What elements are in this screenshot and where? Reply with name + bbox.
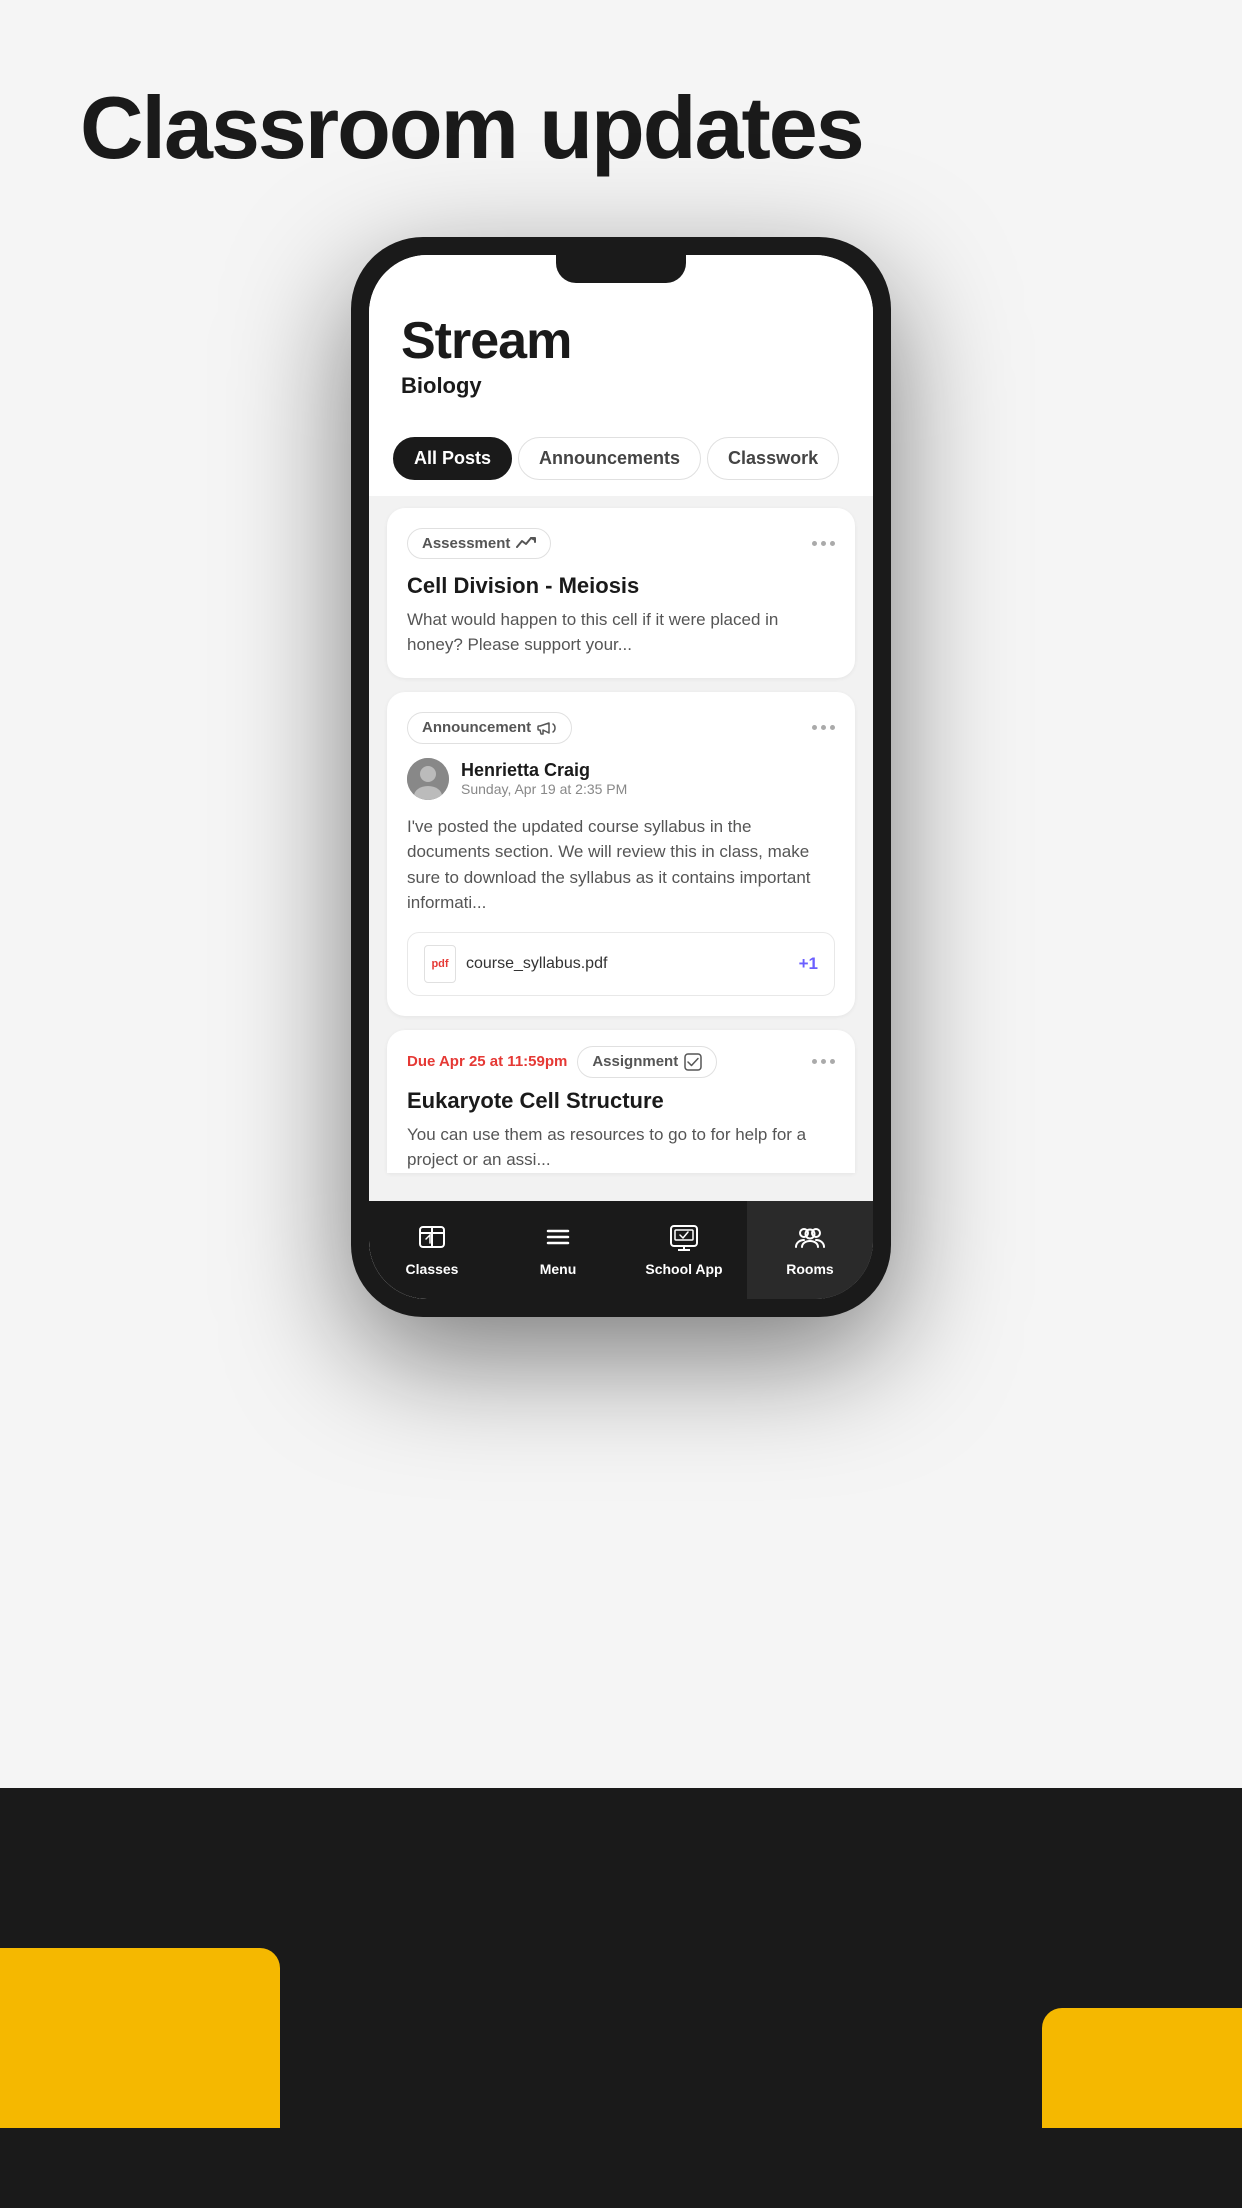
author-info: Henrietta Craig Sunday, Apr 19 at 2:35 P… [461, 760, 627, 797]
dot [830, 725, 835, 730]
post-card-assessment: Assessment [387, 508, 855, 678]
attachment-left: pdf course_syllabus.pdf [424, 945, 607, 983]
phone-container: Stream Biology All Posts Announcements C… [0, 237, 1242, 1377]
attachment-plus: +1 [799, 954, 818, 974]
tab-classwork[interactable]: Classwork [707, 437, 839, 480]
badge-assessment: Assessment [407, 528, 551, 559]
author-name: Henrietta Craig [461, 760, 627, 781]
bg-yellow-left [0, 1948, 280, 2128]
feed: Assessment [369, 496, 873, 1201]
post-title-3: Eukaryote Cell Structure [407, 1088, 835, 1114]
badge-assignment: Assignment [577, 1046, 717, 1078]
menu-icon [540, 1219, 576, 1255]
nav-label-menu: Menu [540, 1261, 577, 1277]
badge-announcement-label: Announcement [422, 719, 531, 736]
badge-announcement: Announcement [407, 712, 572, 744]
pdf-icon: pdf [424, 945, 456, 983]
dot [812, 541, 817, 546]
dot [812, 725, 817, 730]
screen-content: Stream Biology All Posts Announcements C… [369, 255, 873, 1299]
checkbox-icon [684, 1053, 702, 1071]
attachment-name: course_syllabus.pdf [466, 955, 607, 973]
post-card-header-3: Due Apr 25 at 11:59pm Assignment [407, 1046, 835, 1078]
post-body-3: You can use them as resources to go to f… [407, 1122, 835, 1173]
school-app-icon [666, 1219, 702, 1255]
dot [812, 1059, 817, 1064]
post-card-assignment: Due Apr 25 at 11:59pm Assignment [387, 1030, 855, 1173]
more-dots-2[interactable] [812, 725, 835, 730]
more-dots-1[interactable] [812, 541, 835, 546]
nav-label-rooms: Rooms [786, 1261, 833, 1277]
post-title-1: Cell Division - Meiosis [407, 573, 835, 599]
dot [821, 725, 826, 730]
avatar [407, 758, 449, 800]
post-body-1: What would happen to this cell if it wer… [407, 607, 835, 658]
author-date: Sunday, Apr 19 at 2:35 PM [461, 781, 627, 797]
nav-item-school-app[interactable]: School App [621, 1201, 747, 1299]
nav-label-school-app: School App [645, 1261, 722, 1277]
post-card-header-1: Assessment [407, 528, 835, 559]
page-title: Classroom updates [0, 0, 1242, 237]
post-card-announcement: Announcement [387, 692, 855, 1016]
due-date: Due Apr 25 at 11:59pm [407, 1053, 567, 1070]
stream-title: Stream [401, 315, 841, 367]
post-card-header-2: Announcement [407, 712, 835, 744]
nav-label-classes: Classes [406, 1261, 459, 1277]
phone-screen: Stream Biology All Posts Announcements C… [369, 255, 873, 1299]
tab-all-posts[interactable]: All Posts [393, 437, 512, 480]
nav-item-classes[interactable]: Classes [369, 1201, 495, 1299]
bg-yellow-right [1042, 2008, 1242, 2128]
nav-item-rooms[interactable]: Rooms [747, 1201, 873, 1299]
post-body-2: I've posted the updated course syllabus … [407, 814, 835, 916]
tab-announcements[interactable]: Announcements [518, 437, 701, 480]
dot [830, 1059, 835, 1064]
bottom-nav: Classes Menu [369, 1201, 873, 1299]
classes-icon [414, 1219, 450, 1255]
dot [830, 541, 835, 546]
badge-assignment-label: Assignment [592, 1053, 678, 1070]
attachment[interactable]: pdf course_syllabus.pdf +1 [407, 932, 835, 996]
more-dots-3[interactable] [812, 1059, 835, 1064]
dot [821, 1059, 826, 1064]
author-row: Henrietta Craig Sunday, Apr 19 at 2:35 P… [407, 758, 835, 800]
dot [821, 541, 826, 546]
badge-assessment-label: Assessment [422, 535, 510, 552]
filter-tabs: All Posts Announcements Classwork [369, 419, 873, 496]
rooms-icon [792, 1219, 828, 1255]
phone-frame: Stream Biology All Posts Announcements C… [351, 237, 891, 1317]
badges-row: Due Apr 25 at 11:59pm Assignment [407, 1046, 717, 1078]
avatar-inner [407, 758, 449, 800]
phone-notch [556, 255, 686, 283]
trend-icon [516, 535, 536, 551]
megaphone-icon [537, 719, 557, 737]
stream-subtitle: Biology [401, 373, 841, 399]
nav-item-menu[interactable]: Menu [495, 1201, 621, 1299]
